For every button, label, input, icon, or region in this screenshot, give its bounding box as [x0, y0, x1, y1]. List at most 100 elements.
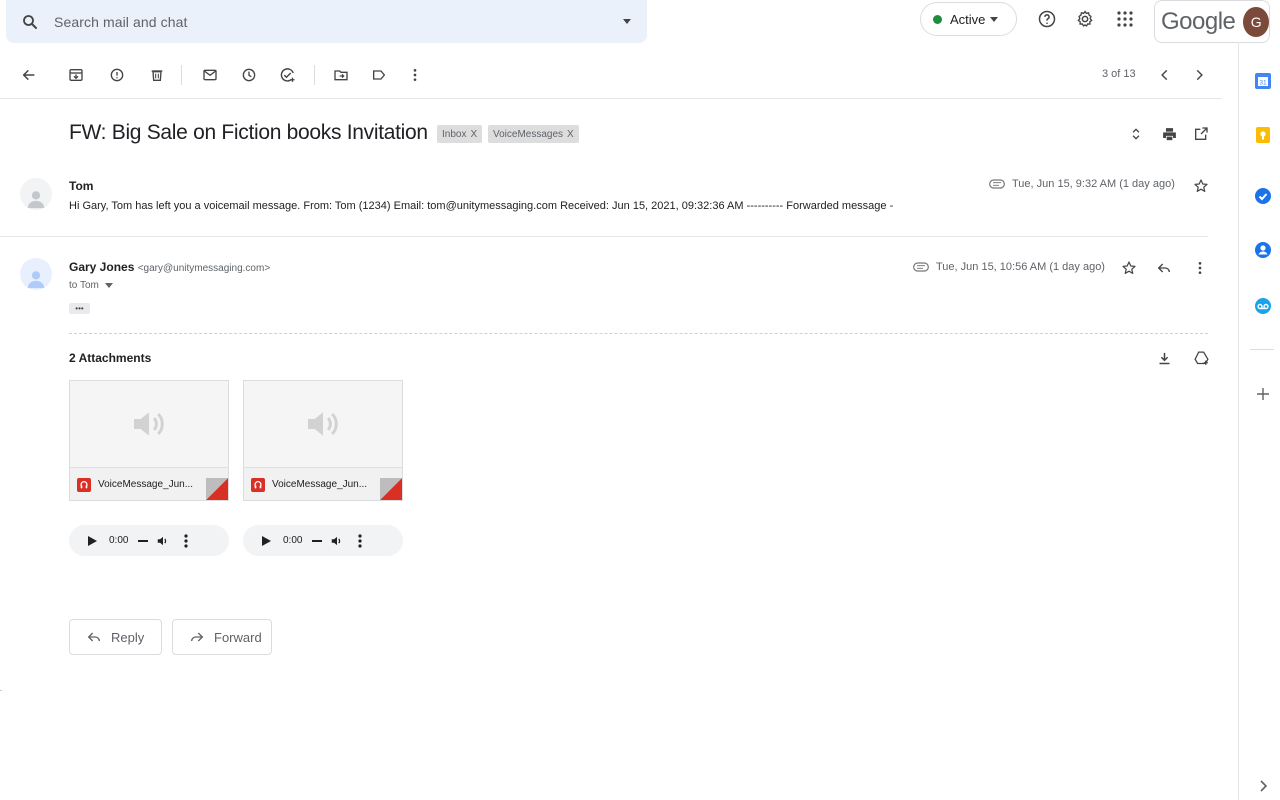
attachment-footer: VoiceMessage_Jun... — [70, 467, 228, 500]
attachment-preview — [244, 381, 402, 467]
side-panel-rail — [1238, 42, 1280, 800]
contacts-icon[interactable] — [1253, 240, 1273, 260]
message-snippet[interactable]: Hi Gary, Tom has left you a voicemail me… — [69, 200, 893, 212]
label-remove-icon[interactable]: X — [470, 129, 477, 140]
account-switcher[interactable]: Google G — [1154, 0, 1270, 43]
more-vert-icon — [358, 533, 363, 548]
attachment-card[interactable]: VoiceMessage_Jun... — [243, 380, 403, 501]
recipient-details[interactable]: to Tom — [69, 280, 113, 291]
snooze-icon[interactable] — [237, 63, 261, 87]
sender-avatar — [20, 258, 52, 290]
message-divider — [0, 236, 1208, 237]
attachments-divider — [69, 333, 1208, 334]
report-spam-icon[interactable] — [105, 63, 129, 87]
reply-button[interactable]: Reply — [69, 619, 162, 655]
calendar-icon[interactable]: 31 — [1253, 71, 1273, 91]
avatar[interactable]: G — [1243, 6, 1269, 37]
edge-mark — [0, 690, 2, 691]
move-to-icon[interactable] — [329, 63, 353, 87]
attachment-preview — [70, 381, 228, 467]
audio-player[interactable]: 0:00 — [69, 525, 229, 556]
apps-grid-icon[interactable] — [1110, 4, 1140, 34]
more-vert-icon[interactable] — [1188, 256, 1212, 280]
star-icon[interactable] — [1117, 256, 1141, 280]
reply-label: Reply — [111, 629, 145, 645]
attachments-title: 2 Attachments — [69, 351, 152, 365]
avatar-letter: G — [1250, 13, 1262, 30]
search-options-icon[interactable] — [607, 19, 647, 24]
attachment-name: VoiceMessage_Jun... — [272, 479, 368, 490]
rail-divider — [1250, 349, 1274, 350]
reply-icon[interactable] — [1152, 256, 1176, 280]
newer-chevron-left-icon[interactable] — [1153, 63, 1177, 87]
print-icon[interactable] — [1157, 122, 1181, 146]
label-icon[interactable] — [367, 63, 391, 87]
label-chip-text: VoiceMessages — [493, 128, 564, 140]
sender-name: Gary Jones — [69, 260, 135, 274]
audio-file-icon — [251, 477, 265, 492]
archive-icon[interactable] — [64, 63, 88, 87]
more-vert-icon — [184, 533, 189, 548]
message-date-text: Tue, Jun 15, 10:56 AM (1 day ago) — [936, 261, 1105, 273]
open-in-new-window-icon[interactable] — [1189, 122, 1213, 146]
play-icon — [262, 535, 271, 546]
settings-gear-icon[interactable] — [1070, 4, 1100, 34]
label-chip-inbox[interactable]: Inbox X — [437, 125, 483, 143]
status-label: Active — [950, 11, 986, 27]
volume-icon — [158, 536, 167, 545]
google-logo: Google — [1161, 7, 1236, 35]
search-icon[interactable] — [6, 13, 54, 31]
toolbar-divider-line — [0, 98, 1222, 99]
audio-progress-track[interactable] — [312, 539, 323, 542]
sender-email: <gary@unitymessaging.com> — [137, 263, 271, 274]
audio-time: 0:00 — [283, 535, 303, 546]
audio-file-icon — [77, 477, 91, 492]
add-to-drive-icon[interactable] — [1189, 346, 1213, 370]
attachment-footer: VoiceMessage_Jun... — [244, 467, 402, 500]
sender-name: Tom — [69, 179, 94, 193]
tasks-icon[interactable] — [1253, 186, 1273, 206]
add-icon[interactable] — [1253, 384, 1273, 404]
volume-icon — [332, 536, 341, 545]
label-chip-voicemessages[interactable]: VoiceMessages X — [488, 125, 579, 143]
voicemail-icon[interactable] — [1253, 296, 1273, 316]
attachment-icon — [913, 262, 929, 272]
message-date: Tue, Jun 15, 9:32 AM (1 day ago) — [989, 178, 1175, 190]
status-selector[interactable]: Active — [920, 2, 1017, 36]
attachment-name: VoiceMessage_Jun... — [98, 479, 194, 490]
older-chevron-right-icon[interactable] — [1187, 63, 1211, 87]
svg-text:31: 31 — [1259, 80, 1267, 87]
chevron-down-icon — [104, 283, 113, 288]
add-to-tasks-icon[interactable] — [275, 63, 299, 87]
recipient-text: to Tom — [69, 280, 99, 291]
play-icon — [88, 535, 97, 546]
label-remove-icon[interactable]: X — [567, 129, 574, 140]
forward-label: Forward — [214, 629, 262, 645]
search-bar[interactable]: Search mail and chat — [6, 0, 647, 43]
sender-line: Gary Jones <gary@unitymessaging.com> — [69, 260, 270, 274]
show-trimmed-content-button[interactable]: ••• — [69, 303, 90, 314]
download-all-icon[interactable] — [1152, 346, 1176, 370]
reply-icon — [87, 632, 100, 642]
expand-icon[interactable] — [1253, 776, 1273, 796]
star-icon[interactable] — [1189, 174, 1213, 198]
speaker-icon — [308, 412, 338, 436]
forward-icon — [191, 632, 204, 642]
keep-icon[interactable] — [1253, 125, 1273, 145]
sender-avatar — [20, 178, 52, 210]
attachment-card[interactable]: VoiceMessage_Jun... — [69, 380, 229, 501]
back-arrow-icon[interactable] — [17, 63, 41, 87]
pager-text: 3 of 13 — [1102, 68, 1136, 80]
status-dot — [933, 14, 942, 24]
search-input[interactable]: Search mail and chat — [54, 14, 607, 30]
mark-unread-icon[interactable] — [198, 63, 222, 87]
toolbar-divider — [314, 65, 315, 85]
audio-player[interactable]: 0:00 — [243, 525, 403, 556]
audio-progress-track[interactable] — [138, 539, 149, 542]
more-vert-icon[interactable] — [403, 63, 427, 87]
forward-button[interactable]: Forward — [172, 619, 272, 655]
expand-all-icon[interactable] — [1124, 122, 1148, 146]
help-icon[interactable] — [1032, 4, 1062, 34]
message-date: Tue, Jun 15, 10:56 AM (1 day ago) — [913, 261, 1105, 273]
delete-icon[interactable] — [145, 63, 169, 87]
